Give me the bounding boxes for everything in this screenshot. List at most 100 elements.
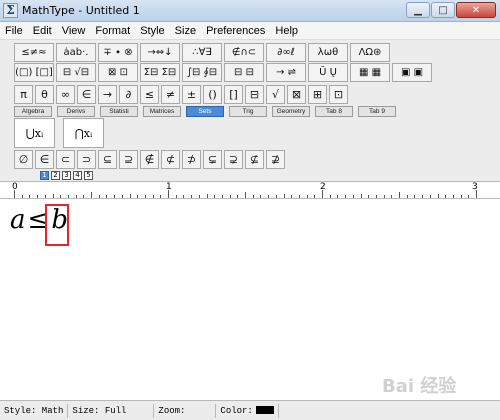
minimize-button[interactable]: ▁	[406, 2, 430, 18]
ruler-tick	[67, 195, 69, 198]
subscript-button[interactable]: ⊞	[308, 85, 327, 104]
status-zoom: Zoom: 200%	[154, 403, 217, 420]
ruler-tick	[314, 195, 316, 198]
element-of-button[interactable]: ∈	[77, 85, 96, 104]
products-set-palette[interactable]: Ū Ų	[308, 63, 348, 82]
close-button[interactable]: ✕	[456, 2, 496, 18]
not-superset-equal-button[interactable]: ⊉	[266, 150, 285, 169]
toolbar-size-1-button[interactable]: 1	[40, 171, 49, 180]
less-equal-button[interactable]: ≤	[140, 85, 159, 104]
sqrt-button[interactable]: √	[266, 85, 285, 104]
tab-statistics[interactable]: Statisti	[100, 106, 138, 117]
toolbar-size-5-button[interactable]: 5	[84, 171, 93, 180]
ruler[interactable]: 0 1 2 3	[0, 182, 500, 199]
spaces-ellipses-palette[interactable]: ȧab·.	[56, 43, 96, 62]
equation-lhs: a	[10, 205, 26, 235]
ruler-tick	[229, 195, 231, 198]
ruler-tick	[414, 195, 416, 198]
set-theory-symbols-palette[interactable]: ∉∩⊂	[224, 43, 264, 62]
union-template-button[interactable]: ⋃xᵢ	[14, 118, 55, 148]
tab-matrices[interactable]: Matrices	[143, 106, 181, 117]
ruler-tick	[52, 194, 54, 198]
maximize-icon: □	[438, 4, 448, 16]
summation-palette[interactable]: Σ⊟ Σ⊟	[140, 63, 180, 82]
integral-button[interactable]: ⊡	[329, 85, 348, 104]
subset-button[interactable]: ⊂	[56, 150, 75, 169]
menu-size[interactable]: Size	[170, 25, 201, 37]
relational-symbols-palette[interactable]: ≤≠≈	[14, 43, 54, 62]
integral-palette[interactable]: ∫⊟ ∮⊟	[182, 63, 222, 82]
menu-style[interactable]: Style	[135, 25, 169, 37]
superset-button[interactable]: ⊃	[77, 150, 96, 169]
subscript-superscript-palette[interactable]: ⊠ ⊡	[98, 63, 138, 82]
not-subset-equal-button[interactable]: ⊈	[245, 150, 264, 169]
superscript-button[interactable]: ⊠	[287, 85, 306, 104]
ruler-tick	[37, 195, 39, 198]
equation-editor[interactable]: a ≤ b	[0, 199, 500, 400]
ruler-tick	[445, 195, 447, 198]
fence-templates-palette[interactable]: (□) [□]	[14, 63, 54, 82]
tab-derivs[interactable]: Derivs	[57, 106, 95, 117]
not-element-button[interactable]: ∉	[140, 150, 159, 169]
logical-symbols-palette[interactable]: ∴∀∃	[182, 43, 222, 62]
not-superset-button[interactable]: ⊅	[182, 150, 201, 169]
fraction-radical-palette[interactable]: ⊟ √⊟	[56, 63, 96, 82]
theta-button[interactable]: θ	[35, 85, 54, 104]
tab-sets[interactable]: Sets	[186, 106, 224, 117]
title-bar: Σ MathType - Untitled 1 ▁ □ ✕	[0, 0, 500, 22]
intersection-template-button[interactable]: ⋂xᵢ	[63, 118, 104, 148]
toolbar-size-4-button[interactable]: 4	[73, 171, 82, 180]
subset-equal-button[interactable]: ⊆	[98, 150, 117, 169]
plus-minus-button[interactable]: ±	[182, 85, 201, 104]
proper-superset-button[interactable]: ⊋	[224, 150, 243, 169]
symbol-palette-row-1: ≤≠≈ ȧab·. ∓ ∙ ⊗ →⇔↓ ∴∀∃ ∉∩⊂ ∂∞ℓ λωθ ΛΩ⊛	[14, 43, 392, 62]
greek-uppercase-palette[interactable]: ΛΩ⊛	[350, 43, 390, 62]
menu-view[interactable]: View	[57, 25, 91, 37]
status-size: Size: Full	[68, 403, 155, 418]
greek-lowercase-palette[interactable]: λωθ	[308, 43, 348, 62]
toolbar-size-3-button[interactable]: 3	[62, 171, 71, 180]
operator-symbols-palette[interactable]: ∓ ∙ ⊗	[98, 43, 138, 62]
ruler-tick	[214, 195, 216, 198]
pi-button[interactable]: π	[14, 85, 33, 104]
empty-set-button[interactable]: ∅	[14, 150, 33, 169]
color-swatch	[255, 406, 274, 415]
ruler-tick	[114, 195, 116, 198]
menu-edit[interactable]: Edit	[28, 25, 57, 37]
element-of-set-button[interactable]: ∈	[35, 150, 54, 169]
menu-format[interactable]: Format	[90, 25, 135, 37]
arrow-button[interactable]: →	[98, 85, 117, 104]
fraction-button[interactable]: ⊟	[245, 85, 264, 104]
box-templates-palette[interactable]: ▣ ▣	[392, 63, 432, 82]
ruler-tick	[329, 195, 331, 198]
labeled-arrow-palette[interactable]: → ⇌	[266, 63, 306, 82]
menu-file[interactable]: File	[0, 25, 28, 37]
toolbar-size-2-button[interactable]: 2	[51, 171, 60, 180]
ruler-tick	[152, 195, 154, 198]
menu-preferences[interactable]: Preferences	[201, 25, 270, 37]
ruler-tick	[160, 195, 162, 198]
arrow-symbols-palette[interactable]: →⇔↓	[140, 43, 180, 62]
maximize-button[interactable]: □	[431, 2, 455, 18]
tab-9[interactable]: Tab 9	[358, 106, 396, 117]
not-subset-button[interactable]: ⊄	[161, 150, 180, 169]
partial-button[interactable]: ∂	[119, 85, 138, 104]
infinity-button[interactable]: ∞	[56, 85, 75, 104]
not-equal-button[interactable]: ≠	[161, 85, 180, 104]
proper-subset-button[interactable]: ⊊	[203, 150, 222, 169]
ruler-tick	[383, 195, 385, 198]
superset-equal-button[interactable]: ⊇	[119, 150, 138, 169]
brackets-button[interactable]: []	[224, 85, 243, 104]
tab-algebra[interactable]: Algebra	[14, 106, 52, 117]
underbar-overbar-palette[interactable]: ⊟ ⊟	[224, 63, 264, 82]
matrix-palette[interactable]: ▦ ▦	[350, 63, 390, 82]
set-symbols-row: ∅ ∈ ⊂ ⊃ ⊆ ⊇ ∉ ⊄ ⊅ ⊊ ⊋ ⊈ ⊉	[14, 150, 287, 169]
ruler-tick	[268, 195, 270, 198]
tab-geometry[interactable]: Geometry	[272, 106, 310, 117]
ruler-tick	[121, 195, 123, 198]
menu-help[interactable]: Help	[270, 25, 303, 37]
misc-symbols-palette[interactable]: ∂∞ℓ	[266, 43, 306, 62]
tab-trig[interactable]: Trig	[229, 106, 267, 117]
tab-8[interactable]: Tab 8	[315, 106, 353, 117]
parentheses-button[interactable]: ()	[203, 85, 222, 104]
